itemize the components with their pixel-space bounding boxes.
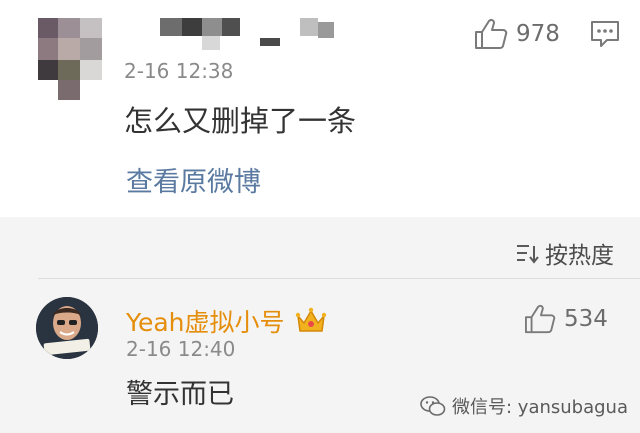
wechat-watermark: 微信号: yansubagua: [420, 393, 628, 419]
comment-icon[interactable]: [590, 20, 620, 48]
crown-icon: [295, 307, 327, 335]
post-like-count: 978: [516, 21, 560, 47]
sort-label: 按热度: [545, 243, 614, 269]
post-text: 怎么又删掉了一条: [124, 104, 357, 138]
sort-icon: [515, 242, 539, 264]
post-card: 2-16 12:38 978 怎么又删掉了一条 查看原微博: [0, 0, 640, 217]
comment-username[interactable]: Yeah虚拟小号: [126, 303, 285, 339]
post-like-button[interactable]: 978: [474, 18, 560, 50]
divider: [38, 278, 640, 279]
post-avatar-pixelated[interactable]: [38, 18, 102, 100]
sort-bar: 按热度: [0, 217, 640, 279]
comment-like-count: 534: [564, 306, 608, 332]
view-original-link[interactable]: 查看原微博: [126, 160, 261, 199]
watermark-text: 微信号: yansubagua: [452, 397, 628, 418]
comment-like-button[interactable]: 534: [524, 304, 608, 334]
comment-timestamp: 2-16 12:40: [126, 337, 236, 361]
wechat-icon: [420, 395, 446, 417]
comment-avatar[interactable]: [36, 297, 98, 359]
thumbs-up-icon: [524, 304, 556, 334]
comment-user: Yeah虚拟小号: [126, 303, 327, 339]
post-username-pixelated[interactable]: [160, 18, 350, 54]
post-timestamp: 2-16 12:38: [124, 59, 234, 83]
thumbs-up-icon: [474, 18, 508, 50]
comment-text: 警示而已: [126, 379, 234, 410]
sort-by-popularity-button[interactable]: 按热度: [515, 236, 614, 270]
